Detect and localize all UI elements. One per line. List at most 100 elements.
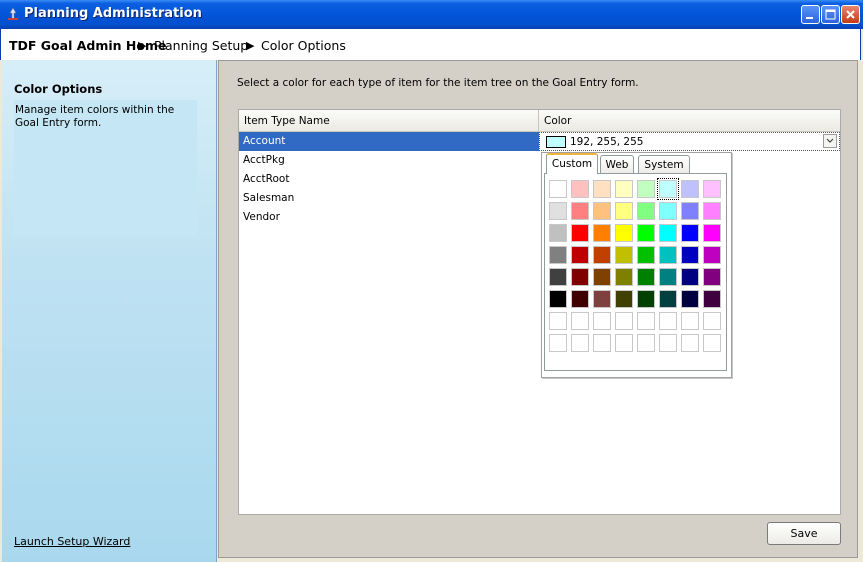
close-icon: [846, 10, 855, 19]
color-swatch-option[interactable]: [703, 290, 721, 308]
color-swatch-option[interactable]: [681, 334, 699, 352]
color-swatch-option[interactable]: [659, 268, 677, 286]
color-swatch-option[interactable]: [659, 312, 677, 330]
tab-system[interactable]: System: [638, 155, 690, 174]
color-swatch-option[interactable]: [571, 334, 589, 352]
sidebar-description: Manage item colors within the Goal Entry…: [15, 104, 175, 129]
minimize-button[interactable]: [801, 5, 820, 24]
color-swatch-option[interactable]: [549, 180, 567, 198]
color-swatch: [546, 136, 566, 148]
color-swatch-option[interactable]: [571, 224, 589, 242]
table-row[interactable]: Vendor: [239, 208, 539, 227]
color-swatch-option[interactable]: [615, 224, 633, 242]
color-swatch-option[interactable]: [615, 334, 633, 352]
table-row[interactable]: Salesman: [239, 189, 539, 208]
color-palette: [544, 173, 727, 371]
color-swatch-option[interactable]: [703, 312, 721, 330]
color-swatch-option[interactable]: [637, 202, 655, 220]
breadcrumb-setup-link[interactable]: Planning Setup: [154, 38, 248, 53]
color-swatch-option[interactable]: [703, 202, 721, 220]
main-panel: Select a color for each type of item for…: [218, 60, 858, 558]
color-swatch-option[interactable]: [615, 202, 633, 220]
tab-web[interactable]: Web: [600, 155, 634, 174]
color-swatch-option[interactable]: [637, 180, 655, 198]
color-swatch-option[interactable]: [703, 268, 721, 286]
color-swatch-option[interactable]: [637, 224, 655, 242]
color-swatch-option[interactable]: [681, 246, 699, 264]
window-title: Planning Administration: [24, 6, 202, 21]
color-swatch-option[interactable]: [703, 224, 721, 242]
color-swatch-option[interactable]: [615, 246, 633, 264]
color-swatch-option[interactable]: [615, 268, 633, 286]
color-swatch-option[interactable]: [549, 312, 567, 330]
column-header-color[interactable]: Color: [539, 110, 840, 131]
column-header-item-type[interactable]: Item Type Name: [239, 110, 539, 131]
breadcrumb: TDF Goal Admin Home ▶ Planning Setup ▶ C…: [0, 29, 861, 60]
launch-setup-wizard-link[interactable]: Launch Setup Wizard: [14, 535, 130, 548]
sidebar-description-panel: Manage item colors within the Goal Entry…: [14, 100, 197, 236]
color-swatch-option[interactable]: [681, 224, 699, 242]
color-swatch-option[interactable]: [681, 312, 699, 330]
color-swatch-option[interactable]: [571, 246, 589, 264]
item-color-grid: Item Type Name Color Account AcctPkg Acc…: [238, 109, 841, 515]
minimize-icon: [806, 17, 813, 19]
sidebar: Color Options Manage item colors within …: [2, 60, 217, 562]
dropdown-button[interactable]: [823, 134, 837, 148]
color-swatch-option[interactable]: [549, 290, 567, 308]
color-swatch-option[interactable]: [571, 268, 589, 286]
color-swatch-option[interactable]: [615, 180, 633, 198]
color-swatch-option[interactable]: [659, 290, 677, 308]
color-swatch-option[interactable]: [637, 290, 655, 308]
color-swatch-option[interactable]: [549, 246, 567, 264]
maximize-button[interactable]: [821, 5, 840, 24]
color-swatch-option[interactable]: [549, 224, 567, 242]
color-swatch-option[interactable]: [659, 334, 677, 352]
color-swatch-option[interactable]: [637, 312, 655, 330]
table-row[interactable]: AcctRoot: [239, 170, 539, 189]
color-select[interactable]: 192, 255, 255: [539, 132, 840, 151]
color-swatch-option[interactable]: [571, 290, 589, 308]
color-swatch-option[interactable]: [549, 268, 567, 286]
color-swatch-option[interactable]: [681, 202, 699, 220]
title-bar[interactable]: Planning Administration: [0, 0, 863, 29]
color-swatch-option[interactable]: [593, 246, 611, 264]
tab-custom[interactable]: Custom: [546, 153, 598, 174]
color-swatch-option[interactable]: [593, 202, 611, 220]
color-swatch-option[interactable]: [659, 246, 677, 264]
color-picker-popup: Custom Web System: [541, 152, 732, 378]
color-swatch-option[interactable]: [615, 312, 633, 330]
color-swatch-option[interactable]: [593, 268, 611, 286]
color-swatch-option[interactable]: [593, 312, 611, 330]
color-swatch-option[interactable]: [657, 178, 679, 200]
color-swatch-option[interactable]: [637, 246, 655, 264]
color-swatch-option[interactable]: [637, 268, 655, 286]
color-swatch-option[interactable]: [571, 180, 589, 198]
maximize-icon: [825, 9, 836, 20]
sidebar-title: Color Options: [14, 82, 103, 96]
color-swatch-option[interactable]: [593, 224, 611, 242]
close-button[interactable]: [841, 5, 860, 24]
color-swatch-option[interactable]: [681, 268, 699, 286]
color-swatch-option[interactable]: [615, 290, 633, 308]
color-swatch-option[interactable]: [549, 202, 567, 220]
color-swatch-option[interactable]: [593, 334, 611, 352]
arrow-right-icon: ▶: [246, 39, 255, 52]
color-swatch-option[interactable]: [659, 202, 677, 220]
color-swatch-option[interactable]: [571, 202, 589, 220]
color-swatch-option[interactable]: [637, 334, 655, 352]
color-swatch-option[interactable]: [681, 180, 699, 198]
color-swatch-option[interactable]: [703, 246, 721, 264]
chevron-down-icon: [826, 138, 834, 143]
color-swatch-option[interactable]: [593, 290, 611, 308]
color-swatch-option[interactable]: [593, 180, 611, 198]
color-swatch-option[interactable]: [703, 180, 721, 198]
color-swatch-option[interactable]: [571, 312, 589, 330]
table-row[interactable]: AcctPkg: [239, 151, 539, 170]
table-row[interactable]: Account: [239, 132, 539, 151]
color-swatch-option[interactable]: [681, 290, 699, 308]
instructions-text: Select a color for each type of item for…: [237, 77, 639, 89]
color-swatch-option[interactable]: [659, 224, 677, 242]
color-swatch-option[interactable]: [703, 334, 721, 352]
save-button[interactable]: Save: [767, 522, 841, 545]
color-swatch-option[interactable]: [549, 334, 567, 352]
